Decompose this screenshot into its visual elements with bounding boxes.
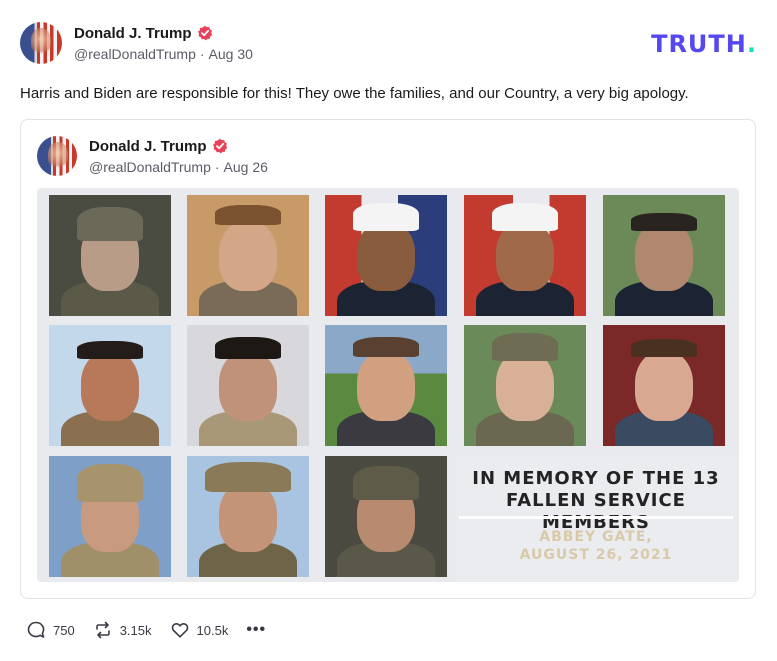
portrait-dress-blues-cap-icon (325, 195, 447, 316)
more-options-button[interactable]: ••• (246, 621, 266, 639)
quoted-name-row: Donald J. Trump (89, 138, 268, 155)
quoted-author-block: Donald J. Trump @realDonaldTrump · Aug 26 (89, 138, 268, 175)
post-text: Harris and Biden are responsible for thi… (20, 85, 689, 102)
portrait-boonie-hat-icon (187, 456, 309, 577)
reply-icon (27, 621, 45, 638)
verified-badge-icon (212, 138, 227, 154)
memorial-divider (459, 516, 733, 519)
logo-text: TRUTH (651, 30, 747, 58)
quoted-author-name[interactable]: Donald J. Trump (89, 138, 207, 155)
quoted-post-card[interactable]: Donald J. Trump @realDonaldTrump · Aug 26 (20, 119, 756, 599)
avatar[interactable] (20, 22, 62, 64)
quoted-post-date[interactable]: Aug 26 (224, 159, 268, 175)
post-actions: 750 3.15k 10.5k ••• (26, 620, 266, 640)
portrait-helmet-gear-icon (325, 456, 447, 577)
like-count: 10.5k (196, 622, 229, 638)
portrait-dress-blues-cap-icon (464, 195, 586, 316)
like-button[interactable]: 10.5k (170, 620, 229, 640)
author-name[interactable]: Donald J. Trump (74, 25, 192, 42)
retruth-count: 3.15k (119, 622, 152, 638)
portrait-helmet-desert-icon (49, 456, 171, 577)
memorial-image[interactable]: IN MEMORY OF THE 13 FALLEN SERVICE MEMBE… (37, 188, 739, 582)
post-date[interactable]: Aug 30 (209, 46, 253, 62)
quoted-author-handle[interactable]: @realDonaldTrump (89, 159, 211, 175)
memorial-subtitle-line-2: AUGUST 26, 2021 (519, 547, 673, 563)
memorial-title-line-1: IN MEMORY OF THE 13 (472, 468, 720, 489)
author-handle[interactable]: @realDonaldTrump (74, 46, 196, 62)
portrait-camo-cover-icon (464, 325, 586, 446)
portrait-casual-icon (187, 195, 309, 316)
retruth-icon (95, 621, 110, 639)
author-block: Donald J. Trump @realDonaldTrump · Aug 30 (74, 25, 253, 62)
portrait-glasses-icon (187, 325, 309, 446)
portrait-outdoor-sunglasses-icon (325, 325, 447, 446)
memorial-title: IN MEMORY OF THE 13 FALLEN SERVICE MEMBE… (455, 468, 737, 534)
more-icon: ••• (246, 621, 267, 638)
post-header: Donald J. Trump @realDonaldTrump · Aug 30 (20, 20, 760, 66)
reply-count: 750 (53, 622, 75, 638)
truth-social-logo[interactable]: TRUTH. (651, 30, 757, 58)
quoted-post-header: Donald J. Trump @realDonaldTrump · Aug 26 (37, 136, 268, 176)
verified-badge-icon (197, 25, 212, 41)
memorial-subtitle: ABBEY GATE, AUGUST 26, 2021 (455, 528, 737, 564)
name-row: Donald J. Trump (74, 25, 253, 42)
logo-dot: . (746, 30, 757, 58)
quoted-avatar[interactable] (37, 136, 77, 176)
heart-icon (171, 623, 188, 638)
portrait-selfie-icon (49, 325, 171, 446)
portrait-helmet-goggles-icon (49, 195, 171, 316)
retruth-button[interactable]: 3.15k (93, 620, 152, 640)
memorial-subtitle-line-1: ABBEY GATE, (539, 529, 653, 545)
reply-button[interactable]: 750 (26, 620, 75, 640)
author-meta: @realDonaldTrump · Aug 30 (74, 45, 253, 62)
portrait-camo-icon (603, 325, 725, 446)
portrait-dress-blues-glasses-icon (603, 195, 725, 316)
memorial-caption: IN MEMORY OF THE 13 FALLEN SERVICE MEMBE… (455, 456, 737, 582)
quoted-author-meta: @realDonaldTrump · Aug 26 (89, 158, 268, 175)
